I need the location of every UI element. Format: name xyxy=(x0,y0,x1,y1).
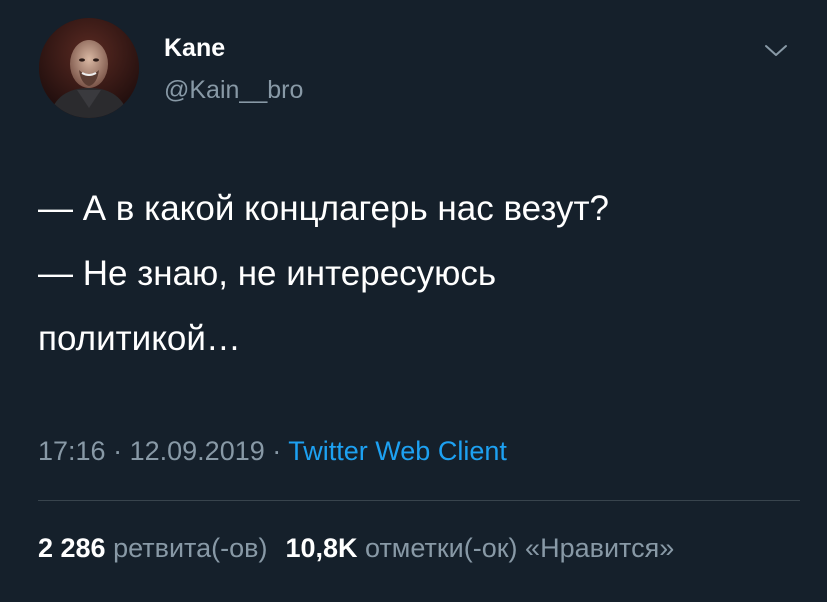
retweet-count: 2 286 xyxy=(38,533,106,563)
avatar[interactable] xyxy=(39,18,139,118)
tweet-stats: 2 286 ретвита(-ов) 10,8K отметки(-ок) «Нр… xyxy=(38,533,674,564)
tweet-client-link[interactable]: Twitter Web Client xyxy=(288,436,507,466)
author-name[interactable]: Kane xyxy=(164,34,225,63)
tweet-date[interactable]: 12.09.2019 xyxy=(130,436,265,466)
like-label: отметки(-ок) «Нравится» xyxy=(365,533,675,563)
like-count: 10,8K xyxy=(285,533,358,563)
likes-stat[interactable]: 10,8K отметки(-ок) «Нравится» xyxy=(285,533,674,563)
retweet-label: ретвита(-ов) xyxy=(113,533,268,563)
tweet-meta: 17:16 · 12.09.2019 · Twitter Web Client xyxy=(38,436,507,467)
divider xyxy=(38,500,800,501)
tweet-line: — А в какой концлагерь нас везут? xyxy=(38,189,609,228)
tweet-time[interactable]: 17:16 xyxy=(38,436,106,466)
tweet-text: — А в какой концлагерь нас везут? — Не з… xyxy=(38,176,798,371)
tweet-line: — Не знаю, не интересуюсь xyxy=(38,254,497,293)
retweets-stat[interactable]: 2 286 ретвита(-ов) xyxy=(38,533,267,563)
chevron-down-icon[interactable] xyxy=(763,40,789,60)
meta-separator: · xyxy=(113,436,123,466)
avatar-image xyxy=(39,18,139,118)
tweet-line: политикой… xyxy=(38,319,241,358)
meta-separator: · xyxy=(272,436,282,466)
author-handle[interactable]: @Kain__bro xyxy=(164,76,303,105)
